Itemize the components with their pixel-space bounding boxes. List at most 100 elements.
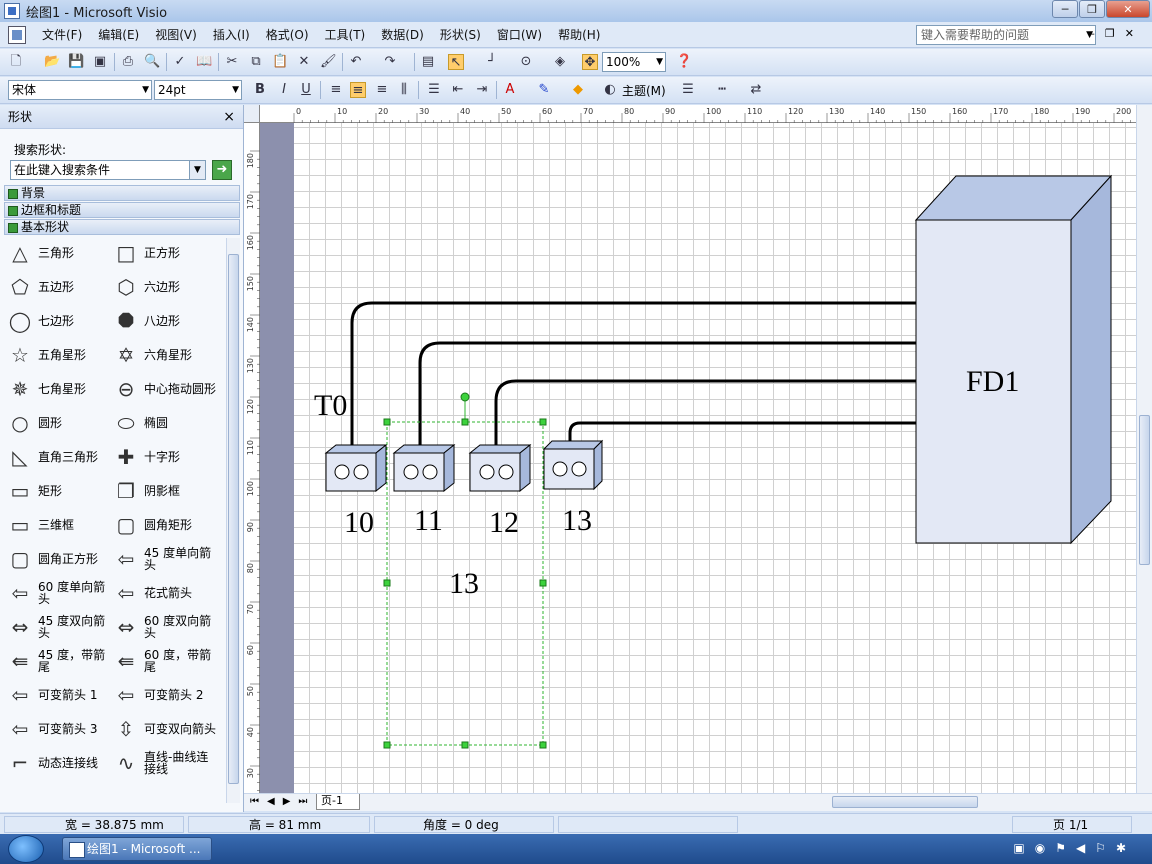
outlet-box[interactable] <box>392 443 456 493</box>
shape-item[interactable]: ⌐ 动态连接线 <box>4 748 112 778</box>
shape-item[interactable]: ▢ 圆角正方形 <box>4 544 112 574</box>
print-icon[interactable]: ⎙ <box>120 54 136 70</box>
line-color-icon[interactable]: ✎ <box>536 82 552 98</box>
chevron-down-icon[interactable]: ▼ <box>656 53 663 71</box>
help-icon[interactable]: ❓ <box>676 54 692 70</box>
selection-handle[interactable] <box>539 741 547 749</box>
connector-tool-icon[interactable]: ┘ <box>484 54 500 70</box>
new-document-icon[interactable]: 🗋 <box>8 54 24 70</box>
fill-color-icon[interactable]: ◆ <box>570 82 586 98</box>
help-search-input[interactable]: 键入需要帮助的问题 ▼ <box>916 25 1096 45</box>
connection-point-icon[interactable]: ⊙ <box>518 54 534 70</box>
fd1-cabinet[interactable] <box>914 174 1113 545</box>
font-color-icon[interactable]: A <box>502 82 518 98</box>
format-painter-icon[interactable]: 🖌 <box>320 54 337 70</box>
research-icon[interactable]: 📖 <box>196 54 212 70</box>
font-size-select[interactable]: 24pt ▼ <box>154 80 242 100</box>
shape-item[interactable]: ⇦ 45 度单向箭头 <box>110 544 218 574</box>
shape-item[interactable]: ⇦ 60 度单向箭头 <box>4 578 112 608</box>
pan-zoom-icon[interactable]: ✥ <box>582 54 598 70</box>
drawing-page[interactable]: T0 10 11 12 13 13 FD1 <box>294 123 1136 793</box>
maximize-button[interactable]: ❐ <box>1079 0 1105 18</box>
zoom-select[interactable]: 100% ▼ <box>602 52 666 72</box>
close-icon[interactable]: × <box>223 105 235 129</box>
shape-item[interactable]: ⇚ 60 度，带箭尾 <box>110 646 218 676</box>
shape-item[interactable]: ⊖ 中心拖动圆形 <box>110 374 218 404</box>
shape-item[interactable]: ⬠ 五边形 <box>4 272 112 302</box>
menu-item[interactable]: 格式(O) <box>258 24 317 46</box>
chevron-down-icon[interactable]: ▼ <box>142 81 149 99</box>
spelling-icon[interactable]: ✓ <box>172 54 188 70</box>
start-button[interactable] <box>8 835 44 863</box>
shape-item[interactable]: △ 三角形 <box>4 238 112 268</box>
page-navigation-icons[interactable]: ⏮◀▶⏭ <box>250 796 315 807</box>
layer-icon[interactable]: ◈ <box>552 54 568 70</box>
document-icon[interactable] <box>8 25 26 44</box>
print-preview-icon[interactable]: 🔍 <box>144 54 160 70</box>
menu-item[interactable]: 插入(I) <box>205 24 258 46</box>
shape-item[interactable]: ▭ 三维框 <box>4 510 112 540</box>
align-center-icon[interactable]: ≡ <box>350 82 366 98</box>
shape-item[interactable]: ☆ 五角星形 <box>4 340 112 370</box>
line-weight-icon[interactable]: ☰ <box>680 82 696 98</box>
visio-app-icon[interactable] <box>4 3 20 19</box>
page-tab[interactable]: 页-1 <box>316 794 360 810</box>
minimize-button[interactable]: ─ <box>1052 0 1078 18</box>
outlet-label[interactable]: 12 <box>489 506 519 539</box>
pointer-tool-icon[interactable]: ↖ <box>448 54 464 70</box>
selection-handle[interactable] <box>539 418 547 426</box>
outlet-box[interactable] <box>542 439 604 491</box>
shape-item[interactable]: ▢ 圆角矩形 <box>110 510 218 540</box>
rotation-handle[interactable] <box>460 392 470 402</box>
cable-line[interactable] <box>568 421 916 453</box>
scrollbar-thumb[interactable] <box>832 796 978 808</box>
paste-icon[interactable]: 📋 <box>272 54 288 70</box>
redo-icon[interactable]: ↷ <box>382 54 398 70</box>
cable-line[interactable] <box>418 341 916 453</box>
vertical-ruler[interactable]: 180 170 160 150 140 130 120 110 100 90 80 70 60 50 40 3… <box>244 123 260 793</box>
theme-icon[interactable]: ◐ <box>602 82 618 98</box>
menu-item[interactable]: 文件(F) <box>34 24 90 46</box>
theme-button[interactable]: 主题(M) <box>622 82 666 99</box>
shape-item[interactable]: ○ 圆形 <box>4 408 112 438</box>
scrollbar-thumb[interactable] <box>1139 415 1150 565</box>
selection-handle[interactable] <box>383 579 391 587</box>
permission-icon[interactable]: ▣ <box>92 54 108 70</box>
chevron-down-icon[interactable]: ▼ <box>232 81 239 99</box>
stencil-borders-titles[interactable]: 边框和标题 <box>4 202 240 218</box>
search-go-button[interactable]: ➜ <box>212 160 232 180</box>
undo-icon[interactable]: ↶ <box>348 54 364 70</box>
panel-scrollbar[interactable] <box>226 238 240 803</box>
ruler-corner[interactable] <box>244 105 260 123</box>
stencil-background[interactable]: 背景 <box>4 185 240 201</box>
shape-item[interactable]: ⇦ 可变箭头 2 <box>110 680 218 710</box>
shape-item[interactable]: ⇦ 花式箭头 <box>110 578 218 608</box>
stencil-basic-shapes[interactable]: 基本形状 <box>4 219 240 235</box>
outlet-label[interactable]: 13 <box>562 504 592 537</box>
drawing-canvas[interactable]: T0 10 11 12 13 13 FD1 <box>260 123 1136 793</box>
delete-icon[interactable]: ✕ <box>296 54 312 70</box>
italic-icon[interactable]: I <box>276 82 292 98</box>
menu-item[interactable]: 帮助(H) <box>550 24 608 46</box>
align-left-icon[interactable]: ≡ <box>328 82 344 98</box>
shape-item[interactable]: ✡ 六角星形 <box>110 340 218 370</box>
t0-label[interactable]: T0 <box>314 389 347 422</box>
selection-handle[interactable] <box>383 741 391 749</box>
shape-item[interactable]: ✵ 七角星形 <box>4 374 112 404</box>
save-icon[interactable]: 💾 <box>68 54 84 70</box>
selection-handle[interactable] <box>383 418 391 426</box>
increase-indent-icon[interactable]: ⇥ <box>474 82 490 98</box>
shape-item[interactable]: ⬡ 六边形 <box>110 272 218 302</box>
copy-icon[interactable]: ⧉ <box>248 54 264 70</box>
outlet-label[interactable]: 10 <box>344 506 374 539</box>
taskbar-app-button[interactable]: 绘图1 - Microsoft ... <box>62 837 212 861</box>
chevron-down-icon[interactable]: ▼ <box>189 161 205 179</box>
outlet-box[interactable] <box>468 443 532 493</box>
system-tray-icons[interactable]: ▣◉⚑◀⚐✱ <box>1013 841 1136 855</box>
horizontal-ruler[interactable]: 0 10 20 30 40 50 60 70 80 90 100 110 120 130 140 150 160… <box>260 105 1136 123</box>
shape-item[interactable]: ❐ 阴影框 <box>110 476 218 506</box>
menu-item[interactable]: 窗口(W) <box>489 24 550 46</box>
horizontal-scrollbar[interactable] <box>692 795 1132 810</box>
outlet-label[interactable]: 11 <box>414 504 443 537</box>
selection-handle[interactable] <box>461 741 469 749</box>
